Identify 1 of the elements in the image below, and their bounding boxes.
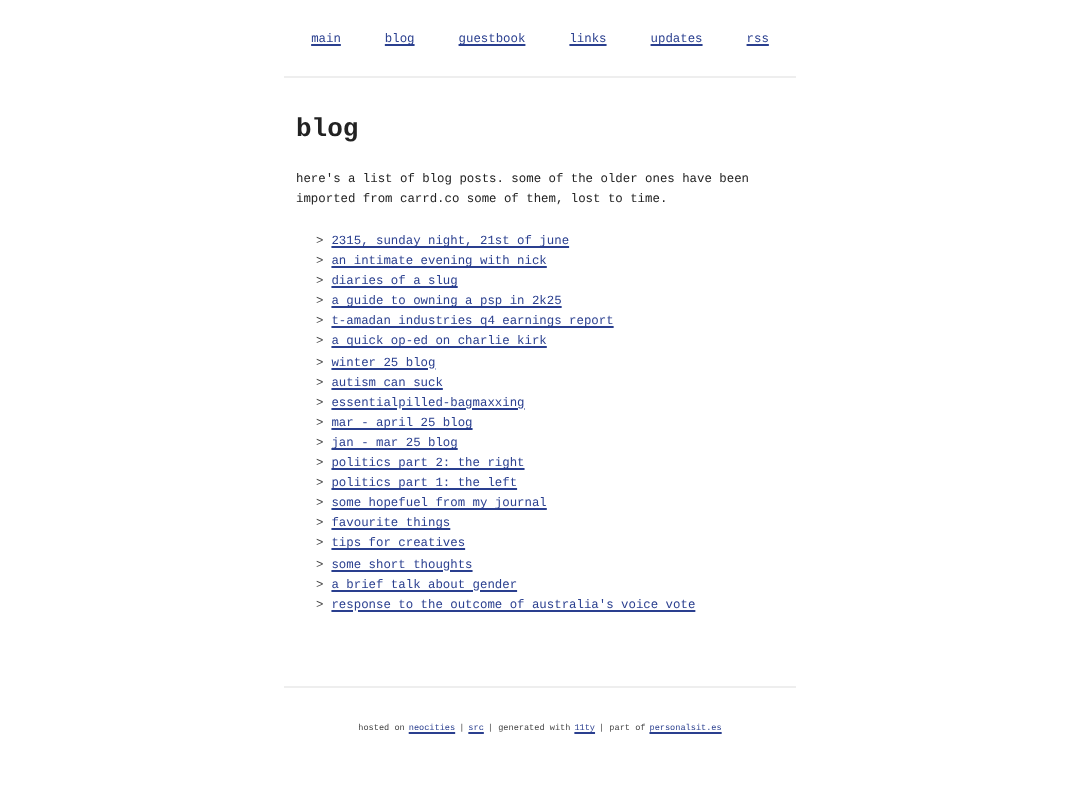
page-heading: blog [296, 114, 361, 144]
